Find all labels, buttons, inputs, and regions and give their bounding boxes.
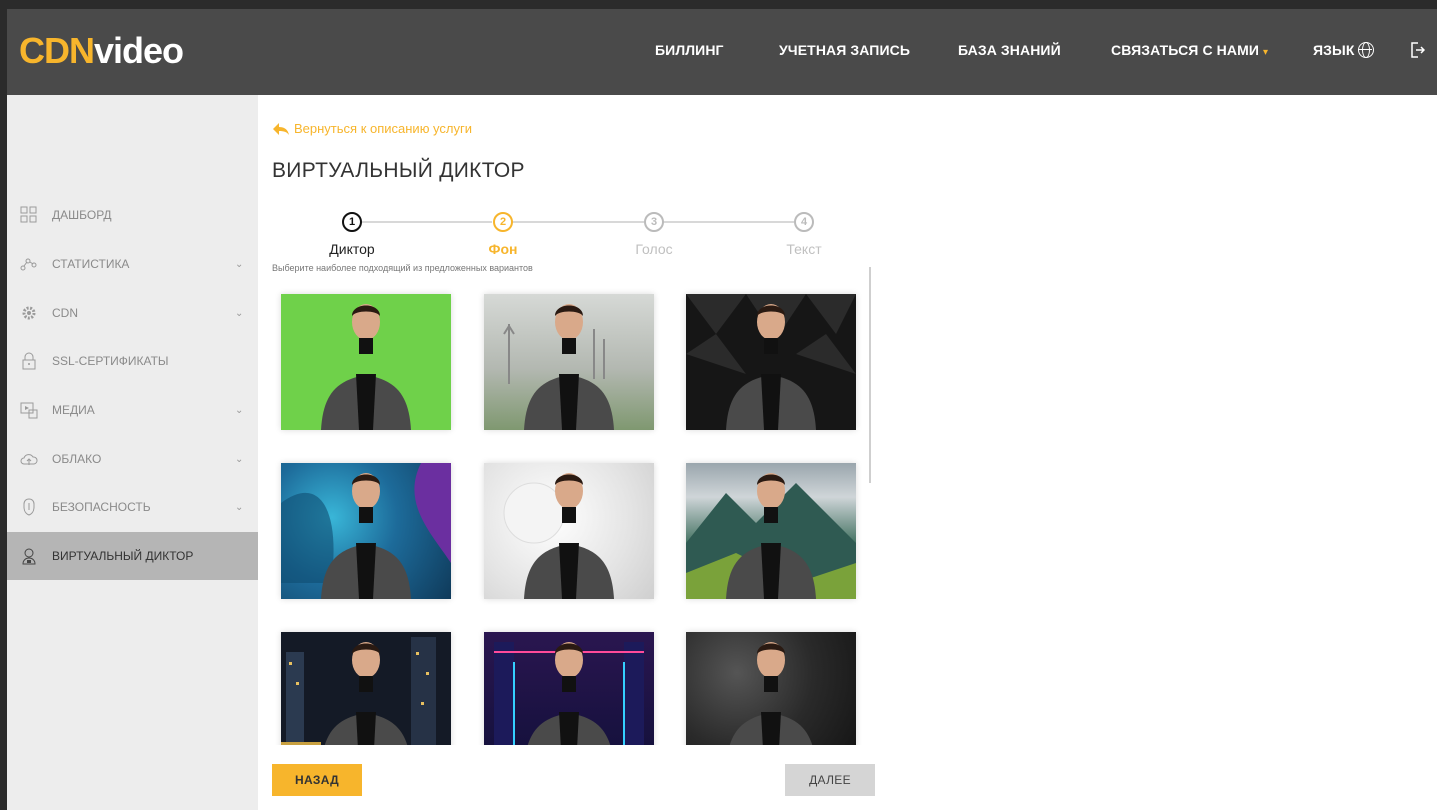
step-4-label: Текст bbox=[786, 241, 822, 257]
stats-icon bbox=[20, 258, 37, 271]
nav-language[interactable]: ЯЗЫК bbox=[1313, 42, 1375, 58]
step-connector bbox=[512, 221, 644, 223]
cloud-icon bbox=[20, 454, 38, 465]
step-2-label: Фон bbox=[488, 241, 518, 257]
grid-scrollbar[interactable] bbox=[869, 267, 871, 483]
sidebar-item-stats[interactable]: СТАТИСТИКА ⌄ bbox=[7, 240, 258, 288]
sidebar-item-cdn[interactable]: CDN ⌄ bbox=[7, 289, 258, 337]
logo[interactable]: CDN video bbox=[19, 30, 184, 71]
sidebar-item-label: ВИРТУАЛЬНЫЙ ДИКТОР bbox=[52, 549, 194, 563]
background-option-green-screen[interactable] bbox=[281, 294, 451, 430]
presenter-icon bbox=[22, 548, 36, 565]
caret-down-icon: ▾ bbox=[1263, 47, 1269, 58]
background-option-foggy-trees[interactable] bbox=[484, 294, 654, 430]
nav-language-label: ЯЗЫК bbox=[1313, 42, 1355, 58]
presenter-figure bbox=[281, 463, 451, 599]
page-title: ВИРТУАЛЬНЫЙ ДИКТОР bbox=[272, 159, 525, 182]
media-icon bbox=[20, 402, 38, 419]
sidebar-item-label: МЕДИА bbox=[52, 403, 95, 417]
sidebar-item-label: ДАШБОРД bbox=[52, 208, 112, 222]
step-1-label: Диктор bbox=[329, 241, 375, 257]
nav-contact-label: СВЯЗАТЬСЯ С НАМИ bbox=[1111, 42, 1259, 58]
chevron-down-icon: ⌄ bbox=[235, 454, 244, 465]
sidebar-item-label: БЕЗОПАСНОСТЬ bbox=[52, 500, 151, 514]
chevron-down-icon: ⌄ bbox=[235, 308, 244, 319]
step-3-circle[interactable]: 3 bbox=[644, 212, 664, 232]
sidebar-item-security[interactable]: БЕЗОПАСНОСТЬ ⌄ bbox=[7, 483, 258, 531]
presenter-figure bbox=[281, 637, 436, 745]
presenter-figure bbox=[686, 294, 856, 430]
sidebar-item-label: SSL-СЕРТИФИКАТЫ bbox=[52, 354, 169, 368]
chevron-down-icon: ⌄ bbox=[235, 405, 244, 416]
nav-account[interactable]: УЧЕТНАЯ ЗАПИСЬ bbox=[779, 42, 910, 58]
security-icon bbox=[23, 498, 35, 516]
presenter-figure bbox=[494, 642, 644, 745]
background-option-night-city[interactable] bbox=[281, 632, 451, 745]
step-1-circle[interactable]: 1 bbox=[342, 212, 362, 232]
nav-knowledge-base[interactable]: БАЗА ЗНАНИЙ bbox=[958, 42, 1061, 58]
sidebar-item-dashboard[interactable]: ДАШБОРД bbox=[7, 191, 258, 239]
next-button[interactable]: ДАЛЕЕ bbox=[785, 764, 875, 796]
back-to-service-link[interactable]: Вернуться к описанию услуги bbox=[272, 121, 472, 136]
logout-icon[interactable] bbox=[1411, 42, 1425, 58]
background-option-dark-smoke[interactable] bbox=[686, 632, 856, 745]
hint-text: Выберите наиболее подходящий из предложе… bbox=[272, 263, 533, 273]
sidebar: ДАШБОРД СТАТИСТИКА ⌄ CDN ⌄ SSL-СЕРТИФИКА… bbox=[7, 95, 258, 810]
dashboard-icon bbox=[20, 206, 37, 223]
sidebar-item-cloud[interactable]: ОБЛАКО ⌄ bbox=[7, 435, 258, 483]
chevron-down-icon: ⌄ bbox=[235, 259, 244, 270]
globe-icon bbox=[1358, 42, 1375, 58]
nav-billing[interactable]: БИЛЛИНГ bbox=[655, 42, 724, 58]
background-option-dark-triangles[interactable] bbox=[686, 294, 856, 430]
back-arrow-icon bbox=[273, 122, 289, 135]
gear-icon bbox=[22, 306, 36, 320]
app-frame: CDN video БИЛЛИНГ УЧЕТНАЯ ЗАПИСЬ БАЗА ЗНА… bbox=[7, 9, 1437, 810]
presenter-figure bbox=[686, 473, 856, 599]
logo-cdn: CDN bbox=[19, 30, 95, 71]
sidebar-item-label: CDN bbox=[52, 306, 78, 320]
top-bar: CDN video БИЛЛИНГ УЧЕТНАЯ ЗАПИСЬ БАЗА ЗНА… bbox=[7, 9, 1437, 95]
sidebar-item-label: СТАТИСТИКА bbox=[52, 257, 130, 271]
sidebar-item-media[interactable]: МЕДИА ⌄ bbox=[7, 386, 258, 434]
step-2-circle[interactable]: 2 bbox=[493, 212, 513, 232]
back-button[interactable]: НАЗАД bbox=[272, 764, 362, 796]
sidebar-item-label: ОБЛАКО bbox=[52, 452, 102, 466]
chevron-down-icon: ⌄ bbox=[235, 502, 244, 513]
lock-icon bbox=[22, 352, 36, 370]
step-connector bbox=[360, 221, 492, 223]
presenter-figure bbox=[321, 304, 411, 430]
presenter-figure bbox=[729, 642, 813, 745]
background-option-mountains[interactable] bbox=[686, 463, 856, 599]
step-4-circle[interactable]: 4 bbox=[794, 212, 814, 232]
background-option-white-studio[interactable] bbox=[484, 463, 654, 599]
presenter-figure bbox=[503, 304, 614, 430]
nav-contact[interactable]: СВЯЗАТЬСЯ С НАМИ ▾ bbox=[1111, 42, 1268, 58]
background-option-neon-hall[interactable] bbox=[484, 632, 654, 745]
step-connector bbox=[662, 221, 794, 223]
presenter-figure bbox=[503, 473, 614, 599]
background-grid bbox=[272, 285, 872, 745]
sidebar-item-virtual-presenter[interactable]: ВИРТУАЛЬНЫЙ ДИКТОР bbox=[7, 532, 258, 580]
background-option-blue-swirl[interactable] bbox=[281, 463, 451, 599]
back-link-label: Вернуться к описанию услуги bbox=[294, 121, 472, 136]
step-3-label: Голос bbox=[635, 241, 673, 257]
logo-video: video bbox=[94, 30, 184, 71]
sidebar-item-ssl[interactable]: SSL-СЕРТИФИКАТЫ bbox=[7, 337, 258, 385]
